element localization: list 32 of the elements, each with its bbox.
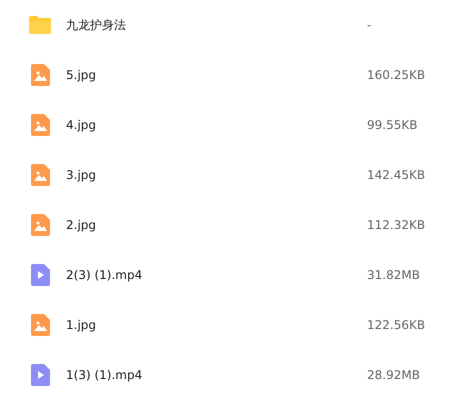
file-size: 160.25KB (367, 68, 426, 82)
file-row[interactable]: 2.jpg 112.32KB (0, 200, 469, 250)
image-file-icon (30, 214, 50, 236)
image-file-icon (30, 164, 50, 186)
file-name: 九龙护身法 (66, 16, 127, 34)
file-name: 3.jpg (66, 168, 98, 182)
file-size: 99.55KB (367, 118, 418, 132)
video-file-icon (30, 364, 50, 386)
file-size: 31.82MB (367, 268, 421, 282)
file-row[interactable]: 3.jpg 142.45KB (0, 150, 469, 200)
image-file-icon (30, 314, 50, 336)
file-row[interactable]: 5.jpg 160.25KB (0, 50, 469, 100)
file-row[interactable]: 1.jpg 122.56KB (0, 300, 469, 350)
file-size: 122.56KB (367, 318, 426, 332)
file-size: 112.32KB (367, 218, 426, 232)
folder-icon (28, 15, 52, 35)
file-name: 1.jpg (66, 318, 98, 332)
file-row[interactable]: 2(3) (1).mp4 31.82MB (0, 250, 469, 300)
video-file-icon (30, 264, 50, 286)
file-name: 4.jpg (66, 118, 98, 132)
file-size: 28.92MB (367, 368, 421, 382)
file-row[interactable]: 4.jpg 99.55KB (0, 100, 469, 150)
image-file-icon (30, 114, 50, 136)
file-name: 2.jpg (66, 218, 98, 232)
file-size: 142.45KB (367, 168, 426, 182)
file-name: 2(3) (1).mp4 (66, 268, 144, 282)
file-row[interactable]: 1(3) (1).mp4 28.92MB (0, 350, 469, 400)
image-file-icon (30, 64, 50, 86)
file-name: 1(3) (1).mp4 (66, 368, 144, 382)
file-size: - (367, 18, 372, 32)
file-row[interactable]: 九龙护身法 - (0, 0, 469, 50)
file-name: 5.jpg (66, 68, 98, 82)
